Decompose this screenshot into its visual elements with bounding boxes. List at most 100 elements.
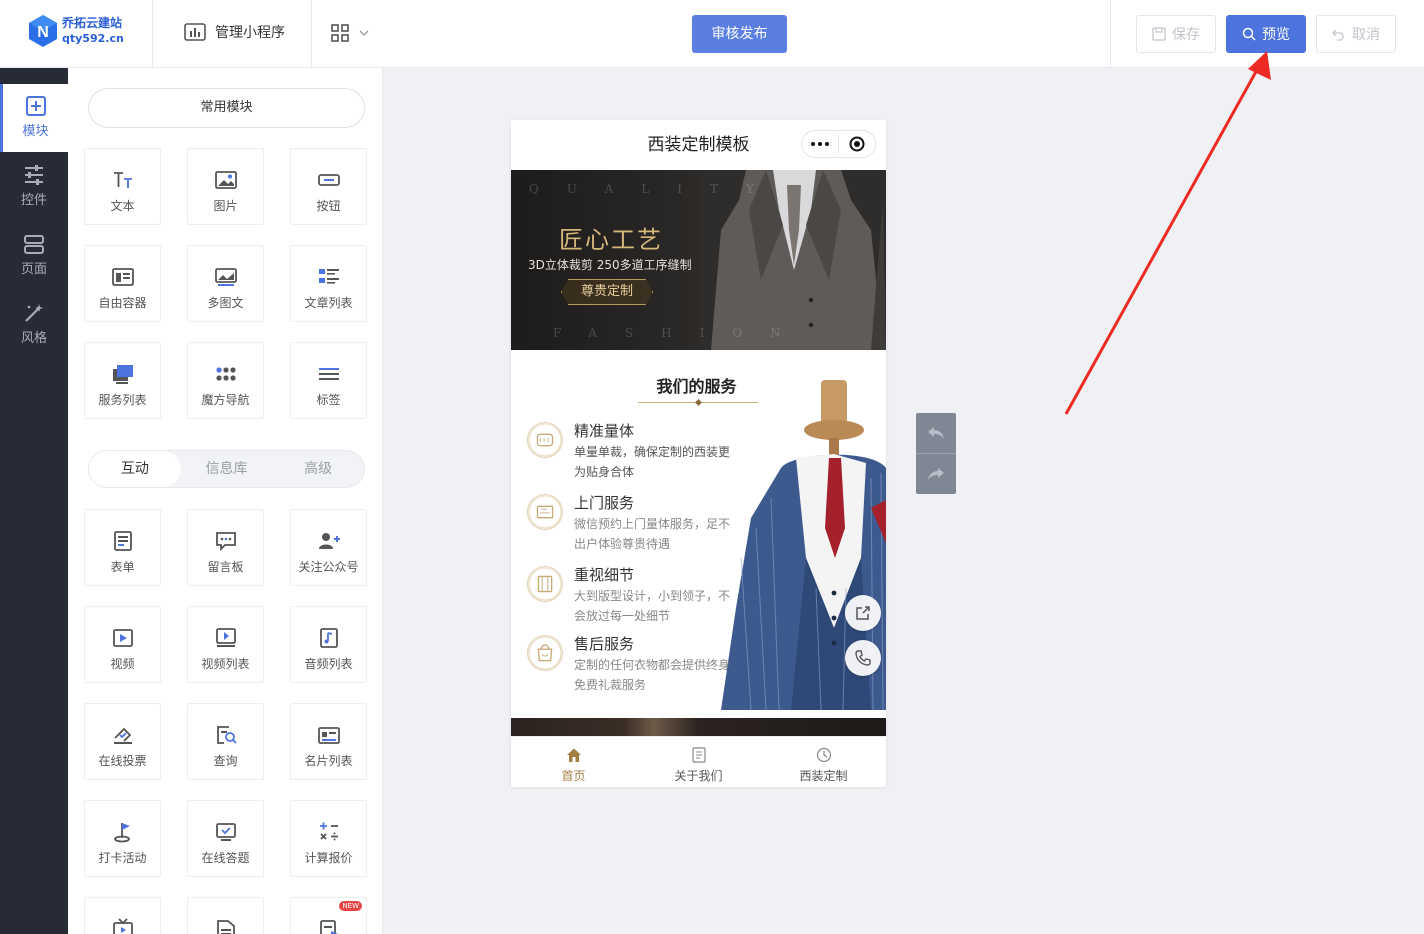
module-quote-calculator[interactable]: 计算报价 — [290, 800, 367, 877]
module-multi-image-text[interactable]: 多图文 — [187, 245, 264, 322]
phone-icon — [855, 650, 871, 666]
module-label: 在线投票 — [98, 754, 147, 768]
close-target-icon[interactable] — [839, 131, 875, 157]
module-document[interactable] — [187, 897, 264, 934]
module-online-vote[interactable]: 在线投票 — [84, 703, 161, 780]
add-user-icon — [318, 533, 340, 549]
module-label: 标签 — [316, 393, 341, 407]
tab-suit-custom[interactable]: 西装定制 — [761, 737, 886, 787]
more-icon[interactable] — [802, 131, 838, 157]
tv-icon — [112, 918, 133, 934]
module-live[interactable] — [84, 897, 161, 934]
gallery-icon — [214, 268, 237, 286]
rail-item-controls[interactable]: 控件 — [0, 153, 68, 221]
save-label: 保存 — [1172, 27, 1200, 43]
redo-arrow-icon — [928, 468, 944, 480]
manage-miniprogram-button[interactable]: 管理小程序 — [184, 22, 285, 42]
sliders-icon — [25, 165, 43, 185]
module-message-board[interactable]: 留言板 — [187, 509, 264, 586]
rail-label-pages: 页面 — [20, 262, 47, 277]
banner-headline: 匠心工艺 — [559, 226, 663, 254]
tab-label: 首页 — [561, 769, 586, 783]
module-audio-list[interactable]: 音频列表 — [290, 606, 367, 683]
top-bar: N 乔拓云建站 qty592.cn 管理小程序 审核发布 保存 预览 取消 — [0, 0, 1424, 68]
grid-icon — [331, 24, 349, 42]
module-new-feature[interactable]: NEW — [290, 897, 367, 934]
module-article-list[interactable]: 文章列表 — [290, 245, 367, 322]
rail-label-style: 风格 — [20, 331, 47, 346]
module-button[interactable]: 按钮 — [290, 148, 367, 225]
cancel-label: 取消 — [1352, 27, 1380, 43]
module-label: 视频列表 — [201, 657, 250, 671]
module-label: 留言板 — [207, 560, 244, 574]
chat-icon — [215, 532, 236, 552]
share-button[interactable] — [845, 595, 881, 631]
hero-banner[interactable]: QUALITY FASHION 匠心工艺 3D立体裁剪 250多道工序缝制 尊贵… — [511, 170, 886, 350]
cancel-button[interactable]: 取消 — [1316, 15, 1396, 53]
redo-button[interactable] — [916, 454, 956, 494]
service-desc: 大到版型设计，小到领子，不会放过每一处细节 — [574, 589, 731, 623]
module-online-quiz[interactable]: 在线答题 — [187, 800, 264, 877]
tape-measure-icon — [527, 422, 563, 458]
brand-logo[interactable]: N 乔拓云建站 qty592.cn — [28, 14, 124, 48]
tab-home[interactable]: 首页 — [511, 737, 636, 787]
container-icon — [111, 268, 134, 286]
text-icon — [113, 172, 132, 188]
save-button[interactable]: 保存 — [1136, 15, 1216, 53]
miniprogram-capsule[interactable] — [801, 130, 876, 158]
module-tags[interactable]: 标签 — [290, 342, 367, 419]
svg-text:N: N — [37, 24, 49, 41]
preview-button[interactable]: 预览 — [1226, 15, 1306, 53]
module-form[interactable]: 表单 — [84, 509, 161, 586]
app-switcher-button[interactable] — [331, 24, 369, 42]
banner-tag[interactable]: 尊贵定制 — [561, 279, 653, 305]
module-label: 服务列表 — [98, 393, 147, 407]
module-label: 音频列表 — [304, 657, 353, 671]
title-diamond — [694, 398, 703, 407]
rail-item-pages[interactable]: 页面 — [0, 222, 68, 290]
tab-advanced[interactable]: 高级 — [272, 451, 364, 487]
form-icon — [113, 531, 132, 551]
home-icon — [566, 748, 581, 762]
tag-lines-icon — [318, 368, 339, 380]
phone-preview: 西装定制模板 QUALITY FASHION 匠心工艺 3D立体裁剪 250多道… — [511, 120, 886, 787]
common-modules-header[interactable]: 常用模块 — [88, 88, 365, 128]
left-rail: 模块 控件 页面 风格 — [0, 68, 68, 934]
preview-label: 预览 — [1262, 27, 1290, 43]
module-card-list[interactable]: 名片列表 — [290, 703, 367, 780]
call-button[interactable] — [845, 640, 881, 676]
music-icon — [319, 628, 338, 648]
module-video[interactable]: 视频 — [84, 606, 161, 683]
service-title: 精准量体 — [574, 422, 635, 440]
module-panel: 常用模块 文本 图片 按钮 自由容器 多图文 文章列表 服务列表 魔方导航 标签… — [68, 68, 383, 934]
tab-interactive[interactable]: 互动 — [89, 451, 181, 487]
module-video-list[interactable]: 视频列表 — [187, 606, 264, 683]
undo-icon — [1332, 29, 1344, 41]
clock-icon — [816, 747, 831, 763]
module-checkin[interactable]: 打卡活动 — [84, 800, 161, 877]
module-text[interactable]: 文本 — [84, 148, 161, 225]
phone-tab-bar: 首页 关于我们 西装定制 — [511, 736, 886, 787]
brand-name: 乔拓云建站 — [62, 16, 123, 30]
rail-item-style[interactable]: 风格 — [0, 291, 68, 359]
tab-info-library[interactable]: 信息库 — [181, 451, 273, 487]
shopping-bag-icon — [527, 635, 563, 671]
list-icon — [318, 269, 339, 284]
module-image[interactable]: 图片 — [187, 148, 264, 225]
tab-about[interactable]: 关于我们 — [636, 737, 761, 787]
module-query[interactable]: 查询 — [187, 703, 264, 780]
services-section: 我们的服务 精准量体 单量单裁，确保定制的西装更为贴身合体 上门服务 微信预约上… — [511, 358, 886, 710]
magic-wand-icon — [25, 304, 43, 322]
undo-button[interactable] — [916, 413, 956, 453]
document-icon — [216, 920, 235, 934]
module-service-list[interactable]: 服务列表 — [84, 342, 161, 419]
module-label: 表单 — [110, 560, 135, 574]
video-doc-icon — [319, 920, 338, 934]
next-section-preview — [511, 718, 886, 736]
module-cube-nav[interactable]: 魔方导航 — [187, 342, 264, 419]
publish-button[interactable]: 审核发布 — [692, 15, 787, 53]
module-free-container[interactable]: 自由容器 — [84, 245, 161, 322]
rail-item-modules[interactable]: 模块 — [0, 84, 68, 152]
rail-label-controls: 控件 — [20, 193, 47, 208]
module-follow-account[interactable]: 关注公众号 — [290, 509, 367, 586]
